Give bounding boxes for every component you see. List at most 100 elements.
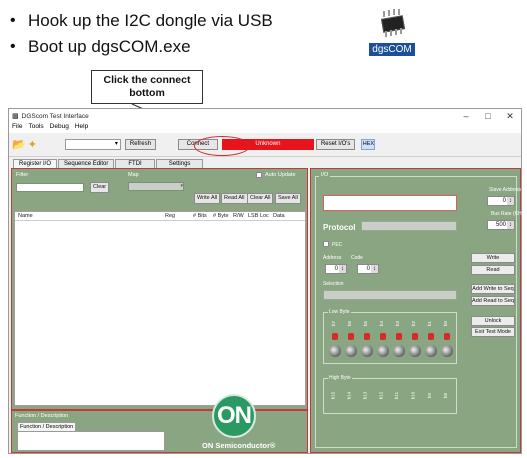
col-rw: R/W [233, 213, 244, 219]
close-button[interactable]: ✕ [499, 111, 521, 122]
code-spinner[interactable]: 0 [357, 264, 379, 274]
app-icon: ▩ [12, 113, 19, 120]
read-all-button[interactable]: Read All [221, 193, 248, 204]
map-select[interactable]: ▾ [128, 182, 184, 191]
on-semi-text: ON Semiconductor® [202, 441, 276, 450]
refresh-button[interactable]: Refresh [124, 139, 156, 150]
low-byte-label: Low Byte [328, 309, 351, 315]
window-title: DGScom Test Interface [21, 112, 89, 120]
bit-label: b10 [410, 391, 416, 400]
col-reg: Reg [165, 213, 176, 219]
bit-label: b13 [362, 391, 368, 400]
col-byte: # Byte [213, 213, 229, 219]
bit-label: b4 [379, 320, 385, 327]
pec-checkbox[interactable] [323, 241, 329, 247]
menu-debug[interactable]: Debug [50, 123, 69, 133]
unlock-button[interactable]: Unlock [471, 316, 515, 326]
bit-led [380, 333, 386, 340]
bit-toggle-switch[interactable] [393, 345, 405, 357]
bit-label: b11 [394, 391, 400, 400]
selection-select[interactable] [323, 290, 457, 300]
function-description-box[interactable] [17, 431, 165, 451]
panel-divider [12, 409, 307, 411]
bit-toggle-switch[interactable] [329, 345, 341, 357]
protocol-label: Protocol [323, 223, 356, 232]
menu-help[interactable]: Help [75, 123, 88, 133]
minimize-button[interactable]: – [455, 111, 477, 122]
exit-test-mode-button[interactable]: Exit Test Mode [471, 327, 515, 337]
register-table[interactable]: Name Reg # Bits # Byte R/W LSB Loc Data [14, 211, 306, 406]
bit-label: b2 [411, 320, 417, 327]
bit-label: b9 [427, 392, 433, 399]
bit-label: b8 [443, 392, 449, 399]
col-lsb-loc: LSB Loc [248, 213, 269, 219]
col-bits: # Bits [193, 213, 207, 219]
bit-label: b7 [331, 320, 337, 327]
bit-label: b12 [378, 391, 384, 400]
bit-label: b6 [347, 320, 353, 327]
io-status-field[interactable] [323, 195, 457, 211]
plugin-icon[interactable]: ✦ [28, 138, 37, 151]
table-header: Name Reg # Bits # Byte R/W LSB Loc Data [15, 212, 305, 221]
bit-led [444, 333, 450, 340]
toolbar: 📂 ✦ ▾ Refresh Connect Unknown Reset I/O'… [9, 133, 521, 157]
write-all-button[interactable]: Write All [194, 193, 221, 204]
io-panel: I/O Slave Address 0 Bus Rate (KHz) 500 P… [310, 168, 526, 453]
bit-led [412, 333, 418, 340]
menu-file[interactable]: File [12, 123, 22, 133]
slave-address-spinner[interactable]: 0 [487, 196, 515, 206]
auto-update-checkbox[interactable] [256, 172, 262, 178]
register-io-panel: Filter Clear Map ▾ Auto Update Write All… [11, 168, 308, 453]
filter-label: Filter [16, 172, 29, 178]
title-bar: ▩ DGScom Test Interface – □ ✕ [9, 109, 521, 123]
add-write-seq-button[interactable]: Add Write to Seq [471, 284, 515, 294]
slave-address-label: Slave Address [489, 187, 521, 193]
filter-input[interactable] [16, 183, 84, 192]
hex-toggle[interactable]: HEX [361, 139, 376, 150]
bit-led [348, 333, 354, 340]
bus-rate-label: Bus Rate (KHz) [491, 211, 526, 217]
protocol-select[interactable] [361, 221, 457, 231]
col-data: Data [273, 213, 285, 219]
reset-ios-button[interactable]: Reset I/O's [315, 139, 356, 150]
high-byte-group: High Byte b15 b14 b13 b12 b11 b10 b9 b8 [323, 375, 457, 414]
function-description-title: Function / Description [15, 413, 69, 419]
map-label: Map [128, 172, 139, 178]
clear-all-button[interactable]: Clear All [247, 193, 274, 204]
save-all-button[interactable]: Save All [275, 193, 301, 204]
bit-label: b1 [427, 320, 433, 327]
slide: • Hook up the I2C dongle via USB • Boot up… [0, 0, 527, 458]
pec-label: PEC [332, 242, 343, 248]
menu-tools[interactable]: Tools [28, 123, 43, 133]
bit-label: b3 [395, 320, 401, 327]
bit-toggle-switch[interactable] [409, 345, 421, 357]
bit-led [428, 333, 434, 340]
maximize-button[interactable]: □ [477, 111, 499, 122]
bit-toggle-switch[interactable] [361, 345, 373, 357]
bit-toggle-switch[interactable] [441, 345, 453, 357]
high-byte-label: High Byte [328, 375, 352, 381]
address-label: Address [323, 255, 342, 261]
clear-filter-button[interactable]: Clear [90, 182, 110, 193]
address-spinner[interactable]: 0 [325, 264, 347, 274]
port-select[interactable]: ▾ [64, 139, 121, 150]
bit-led [332, 333, 338, 340]
open-folder-icon[interactable]: 📂 [12, 138, 26, 151]
selection-label: Selection [323, 281, 344, 287]
connect-highlight-ring [194, 136, 250, 156]
read-button[interactable]: Read [471, 265, 515, 275]
add-read-seq-button[interactable]: Add Read to Seq [471, 296, 515, 306]
col-name: Name [18, 213, 33, 219]
on-semi-logo: ON [212, 394, 256, 438]
io-title: I/O [319, 172, 331, 178]
bus-rate-spinner[interactable]: 500 [487, 220, 515, 230]
bit-toggle-switch[interactable] [377, 345, 389, 357]
bit-label: b5 [363, 320, 369, 327]
low-byte-group: Low Byte b7 b6 b5 b4 b3 b2 b1 b0 [323, 309, 457, 364]
bit-toggle-switch[interactable] [425, 345, 437, 357]
bit-toggle-switch[interactable] [345, 345, 357, 357]
bit-label: b14 [346, 391, 352, 400]
write-button[interactable]: Write [471, 253, 515, 263]
code-label: Code [351, 255, 363, 261]
bit-label: b0 [443, 320, 449, 327]
